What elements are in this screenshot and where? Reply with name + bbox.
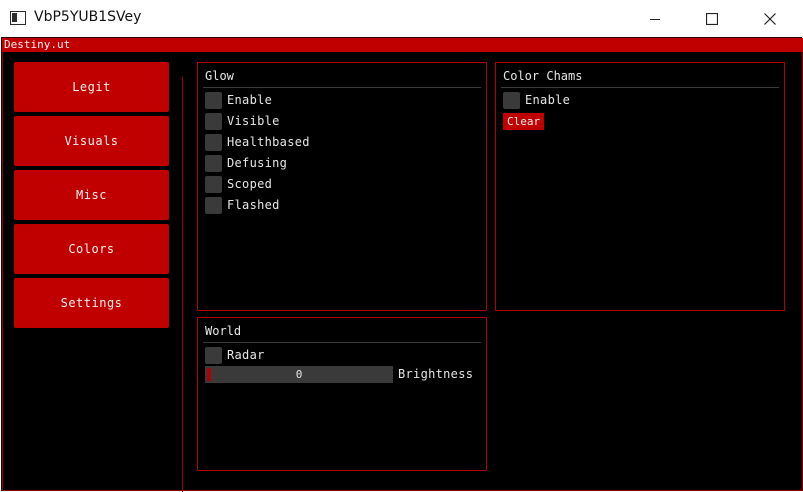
chams-enable-label: Enable — [525, 93, 571, 107]
nav-visuals-button[interactable]: Visuals — [14, 116, 169, 166]
color-chams-group: Color Chams Enable Clear — [495, 62, 785, 311]
glow-flashed-label: Flashed — [227, 198, 280, 212]
nav-divider — [182, 77, 183, 492]
close-icon — [764, 12, 776, 25]
glow-enable-checkbox[interactable] — [205, 91, 222, 109]
nav-misc-button[interactable]: Misc — [14, 170, 169, 220]
glow-group-separator — [203, 87, 481, 88]
glow-enable-row[interactable]: Enable — [205, 91, 272, 109]
brightness-slider[interactable]: 0 — [205, 366, 393, 383]
glow-visible-row[interactable]: Visible — [205, 112, 280, 130]
glow-visible-label: Visible — [227, 114, 280, 128]
minimize-button[interactable] — [626, 0, 684, 37]
glow-group: Glow Enable Visible Healthbased Defusing… — [197, 62, 487, 311]
chams-enable-row[interactable]: Enable — [503, 91, 570, 109]
glow-defusing-row[interactable]: Defusing — [205, 154, 287, 172]
glow-enable-label: Enable — [227, 93, 273, 107]
glow-healthbased-row[interactable]: Healthbased — [205, 133, 310, 151]
menu-title: Destiny.ut — [4, 38, 71, 51]
menu-title-bar[interactable]: Destiny.ut — [2, 38, 803, 52]
glow-group-title: Glow — [205, 69, 234, 83]
glow-scoped-label: Scoped — [227, 177, 273, 191]
app-window-icon — [10, 11, 26, 25]
minimize-icon — [650, 18, 660, 20]
world-radar-checkbox[interactable] — [205, 346, 222, 364]
color-chams-group-title: Color Chams — [503, 69, 583, 83]
world-radar-row[interactable]: Radar — [205, 346, 265, 364]
menu-window: Legit Visuals Misc Colors Settings Glow … — [2, 52, 803, 492]
glow-scoped-row[interactable]: Scoped — [205, 175, 272, 193]
glow-scoped-checkbox[interactable] — [205, 175, 222, 193]
maximize-icon — [706, 12, 718, 25]
brightness-label: Brightness — [398, 367, 474, 381]
nav-colors-button[interactable]: Colors — [14, 224, 169, 274]
window-titlebar[interactable]: VbP5YUB1SVey — [0, 0, 803, 37]
world-radar-label: Radar — [227, 348, 265, 362]
world-group: World Radar 0 Brightness — [197, 317, 487, 471]
glow-flashed-row[interactable]: Flashed — [205, 196, 280, 214]
glow-healthbased-checkbox[interactable] — [205, 133, 222, 151]
world-group-separator — [203, 342, 481, 343]
world-group-title: World — [205, 324, 242, 338]
client-area: Destiny.ut Legit Visuals Misc Colors Set… — [1, 37, 803, 492]
nav-legit-button[interactable]: Legit — [14, 62, 169, 112]
glow-visible-checkbox[interactable] — [205, 112, 222, 130]
glow-defusing-label: Defusing — [227, 156, 288, 170]
glow-flashed-checkbox[interactable] — [205, 196, 222, 214]
color-chams-group-separator — [501, 87, 779, 88]
window-title: VbP5YUB1SVey — [34, 9, 142, 25]
glow-healthbased-label: Healthbased — [227, 135, 310, 149]
maximize-button[interactable] — [683, 0, 741, 37]
chams-clear-button[interactable]: Clear — [503, 113, 545, 130]
nav-settings-button[interactable]: Settings — [14, 278, 169, 328]
close-button[interactable] — [741, 0, 799, 37]
chams-enable-checkbox[interactable] — [503, 91, 520, 109]
brightness-value: 0 — [295, 368, 303, 381]
glow-defusing-checkbox[interactable] — [205, 154, 222, 172]
